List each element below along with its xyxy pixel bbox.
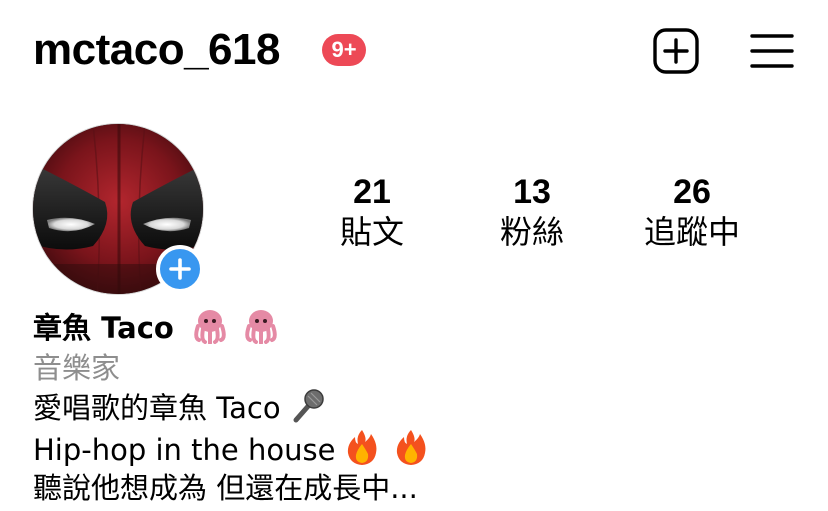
bio-text-2: Hip-hop in the house bbox=[33, 433, 336, 467]
notification-badge[interactable]: 9+ bbox=[322, 34, 366, 66]
bio-line-2: Hip-hop in the house bbox=[33, 428, 813, 468]
posts-label: 貼文 bbox=[339, 213, 404, 251]
stat-following[interactable]: 26 追蹤中 bbox=[622, 172, 762, 252]
following-count: 26 bbox=[673, 173, 711, 211]
avatar-container bbox=[32, 123, 204, 295]
username-title[interactable]: mctaco_618 bbox=[33, 22, 280, 78]
octopus-emoji bbox=[242, 308, 280, 354]
stat-posts[interactable]: 21 貼文 bbox=[302, 172, 442, 252]
followers-label: 粉絲 bbox=[499, 213, 564, 251]
profile-bio: 章魚 Taco 音樂家 愛唱歌的章魚 Taco Hip-hop in the h… bbox=[33, 308, 813, 508]
posts-count: 21 bbox=[353, 173, 391, 211]
display-name: 章魚 Taco bbox=[33, 311, 174, 345]
bio-line-1: 愛唱歌的章魚 Taco bbox=[33, 388, 813, 428]
octopus-emoji bbox=[191, 308, 229, 354]
followers-count: 13 bbox=[513, 173, 551, 211]
stat-followers[interactable]: 13 粉絲 bbox=[462, 172, 602, 252]
hamburger-menu-icon[interactable] bbox=[749, 28, 795, 74]
following-label: 追蹤中 bbox=[643, 213, 740, 251]
bio-text-1: 愛唱歌的章魚 Taco bbox=[33, 391, 281, 425]
plus-square-icon[interactable] bbox=[652, 27, 700, 75]
profile-header: mctaco_618 9+ bbox=[0, 0, 828, 100]
display-name-line: 章魚 Taco bbox=[33, 308, 813, 348]
profile-category: 音樂家 bbox=[33, 351, 121, 385]
add-story-button[interactable] bbox=[156, 245, 204, 293]
plus-icon bbox=[160, 249, 200, 289]
